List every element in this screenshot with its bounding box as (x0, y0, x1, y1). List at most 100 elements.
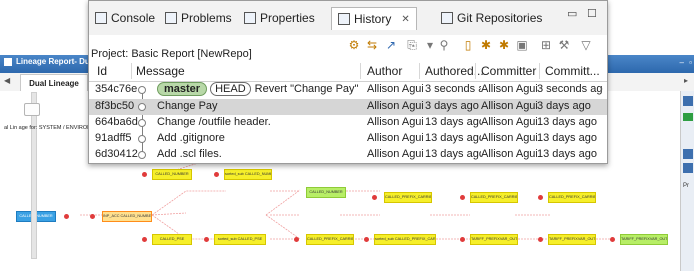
commit-authored-date: 13 days ago (425, 116, 481, 128)
lineage-node[interactable]: TARIFF_PREFIXVAR_OUT (470, 234, 518, 245)
edge-marker (142, 172, 147, 177)
lineage-node[interactable]: CALLED_NUMBER (152, 169, 192, 180)
edge-marker (460, 195, 465, 200)
commit-id: 8f3bc50 (95, 100, 135, 112)
commit-author: Allison Aguin (367, 132, 423, 144)
history-view: Console Problems Properties History ✕ Gi… (88, 0, 608, 164)
lineage-node[interactable]: TARIFF_PREFIXVAR_OUT (620, 234, 668, 245)
view-tabbar: Console Problems Properties History ✕ Gi… (89, 1, 607, 35)
lineage-node[interactable]: CALLED_PREFIX_CARRIER (306, 234, 354, 245)
commit-committed-date: 13 days ago (537, 132, 597, 144)
lineage-node[interactable]: sorted_sub CALLED_PREFIX_CARRIER (374, 234, 436, 245)
dropdown-chevron-icon[interactable]: ▾ (423, 38, 437, 52)
maximize-icon[interactable]: ▫ (689, 58, 692, 67)
edge-marker (294, 237, 299, 242)
tab-git-repositories[interactable]: Git Repositories (441, 9, 542, 27)
filter-icon[interactable]: ⎘ (405, 38, 419, 52)
commit-row[interactable]: 91adff5 Add .gitignore Allison Aguin 13 … (89, 131, 607, 147)
commit-row[interactable]: 354c76e master HEAD Revert "Change Pay" Al… (89, 81, 607, 99)
compare-mode-icon[interactable]: ⚙ (347, 38, 361, 52)
console-icon (95, 12, 107, 24)
edge-marker (538, 195, 543, 200)
column-header-committer[interactable]: Committer (481, 64, 536, 78)
commit-committer: Allison Aguin (481, 148, 537, 160)
commit-authored-date: 3 days ago (425, 100, 479, 112)
lineage-node[interactable]: CALLED_PREFIX_CARRIER (384, 192, 432, 203)
column-divider[interactable] (419, 63, 420, 79)
lineage-node[interactable]: sorted_sub CALLED_PSE (214, 234, 266, 245)
scroll-right-icon[interactable]: ▸ (684, 76, 688, 85)
edge-marker (204, 237, 209, 242)
commit-node-icon (138, 119, 146, 127)
commit-committed-date: 13 days ago (537, 116, 597, 128)
column-divider[interactable] (539, 63, 540, 79)
column-header-committed[interactable]: Committ... (545, 64, 600, 78)
panel-button[interactable] (683, 149, 693, 159)
branch-badge-master: master (157, 82, 208, 96)
lineage-node[interactable]: TARIFF_PREFIXVAR_OUT (548, 234, 596, 245)
view-menu-icon[interactable]: ▽ (579, 38, 593, 52)
panel-button[interactable] (683, 96, 693, 106)
commit-author: Allison Aguin (367, 148, 423, 160)
panel-button[interactable] (683, 163, 693, 173)
lineage-node[interactable]: CALLED_PREFIX_CARRIER (548, 192, 596, 203)
close-icon[interactable]: ✕ (401, 14, 409, 25)
zoom-slider-handle[interactable] (24, 103, 40, 116)
commit-node-icon (138, 86, 146, 94)
edge-marker (90, 214, 95, 219)
commit-row[interactable]: 8f3bc50 Change Pay Allison Aguin 3 days … (89, 99, 607, 115)
edge-marker (610, 237, 615, 242)
column-divider[interactable] (360, 63, 361, 79)
zoom-slider-track[interactable] (31, 92, 37, 259)
edge-marker (214, 172, 219, 177)
tab-problems[interactable]: Problems (165, 9, 232, 27)
report-icon (4, 57, 12, 66)
commit-node-icon (138, 103, 146, 111)
tab-history-label: History (354, 12, 392, 26)
edge-marker (538, 237, 543, 242)
toggle-panel-icon[interactable]: ▣ (515, 38, 529, 52)
tab-properties-label: Properties (260, 11, 315, 25)
commit-committer: Allison Aguin (481, 116, 537, 128)
column-header-author[interactable]: Author (367, 64, 402, 78)
all-branches-icon[interactable]: ⇆ (365, 38, 379, 52)
column-divider[interactable] (475, 63, 476, 79)
lineage-node[interactable]: CALLED_PREFIX_CARRIER (470, 192, 518, 203)
scroll-left-icon[interactable]: ◀ (4, 76, 10, 85)
settings-icon[interactable]: ⚒ (557, 38, 571, 52)
tab-history[interactable]: History ✕ (331, 7, 417, 30)
lineage-node[interactable]: sorted_sub CALLED_NUMBER (224, 169, 272, 180)
background-area (0, 0, 88, 55)
column-header-message[interactable]: Message (136, 64, 185, 78)
lineage-node[interactable]: CALLED_NUMBER (306, 187, 346, 198)
tab-console-label: Console (111, 11, 156, 25)
commit-node-icon (138, 151, 146, 159)
minimize-view-icon[interactable]: ▭ (567, 7, 577, 20)
minimize-icon[interactable]: – (680, 58, 684, 67)
lineage-report-title: Lineage Report- Dual (4, 57, 96, 66)
lineage-node-selected[interactable]: INP_ACC CALLED_NUMBER (102, 211, 152, 222)
tab-console[interactable]: Console (95, 9, 155, 27)
commit-node-icon (138, 135, 146, 143)
commit-message: master HEAD Revert "Change Pay" (157, 82, 358, 96)
tab-git-repositories-label: Git Repositories (457, 11, 543, 25)
lineage-node[interactable]: CALLED_PSE (152, 234, 192, 245)
commit-authored-date: 13 days ago (425, 148, 481, 160)
show-additional-icon[interactable]: ✱ (497, 38, 511, 52)
commit-row[interactable]: 6d30412 Add .scl files. Allison Aguin 13… (89, 147, 607, 163)
maximize-view-icon[interactable]: ☐ (587, 7, 597, 20)
edge-marker (142, 237, 147, 242)
commit-row[interactable]: 664ba6d Change /outfile header. Allison … (89, 115, 607, 131)
layout-icon[interactable]: ⊞ (539, 38, 553, 52)
commit-id: 354c76e (95, 83, 138, 95)
edge-marker (64, 214, 69, 219)
tab-properties[interactable]: Properties (244, 9, 315, 27)
commit-committer: Allison Aguin (481, 83, 537, 95)
column-divider[interactable] (131, 63, 132, 79)
search-icon[interactable]: ⚲ (437, 38, 451, 52)
show-all-icon[interactable]: ✱ (479, 38, 493, 52)
link-editor-icon[interactable]: ↗ (384, 38, 398, 52)
pin-icon[interactable]: ▯ (461, 38, 475, 52)
panel-label: Pr (683, 183, 689, 189)
column-header-id[interactable]: Id (97, 64, 107, 78)
